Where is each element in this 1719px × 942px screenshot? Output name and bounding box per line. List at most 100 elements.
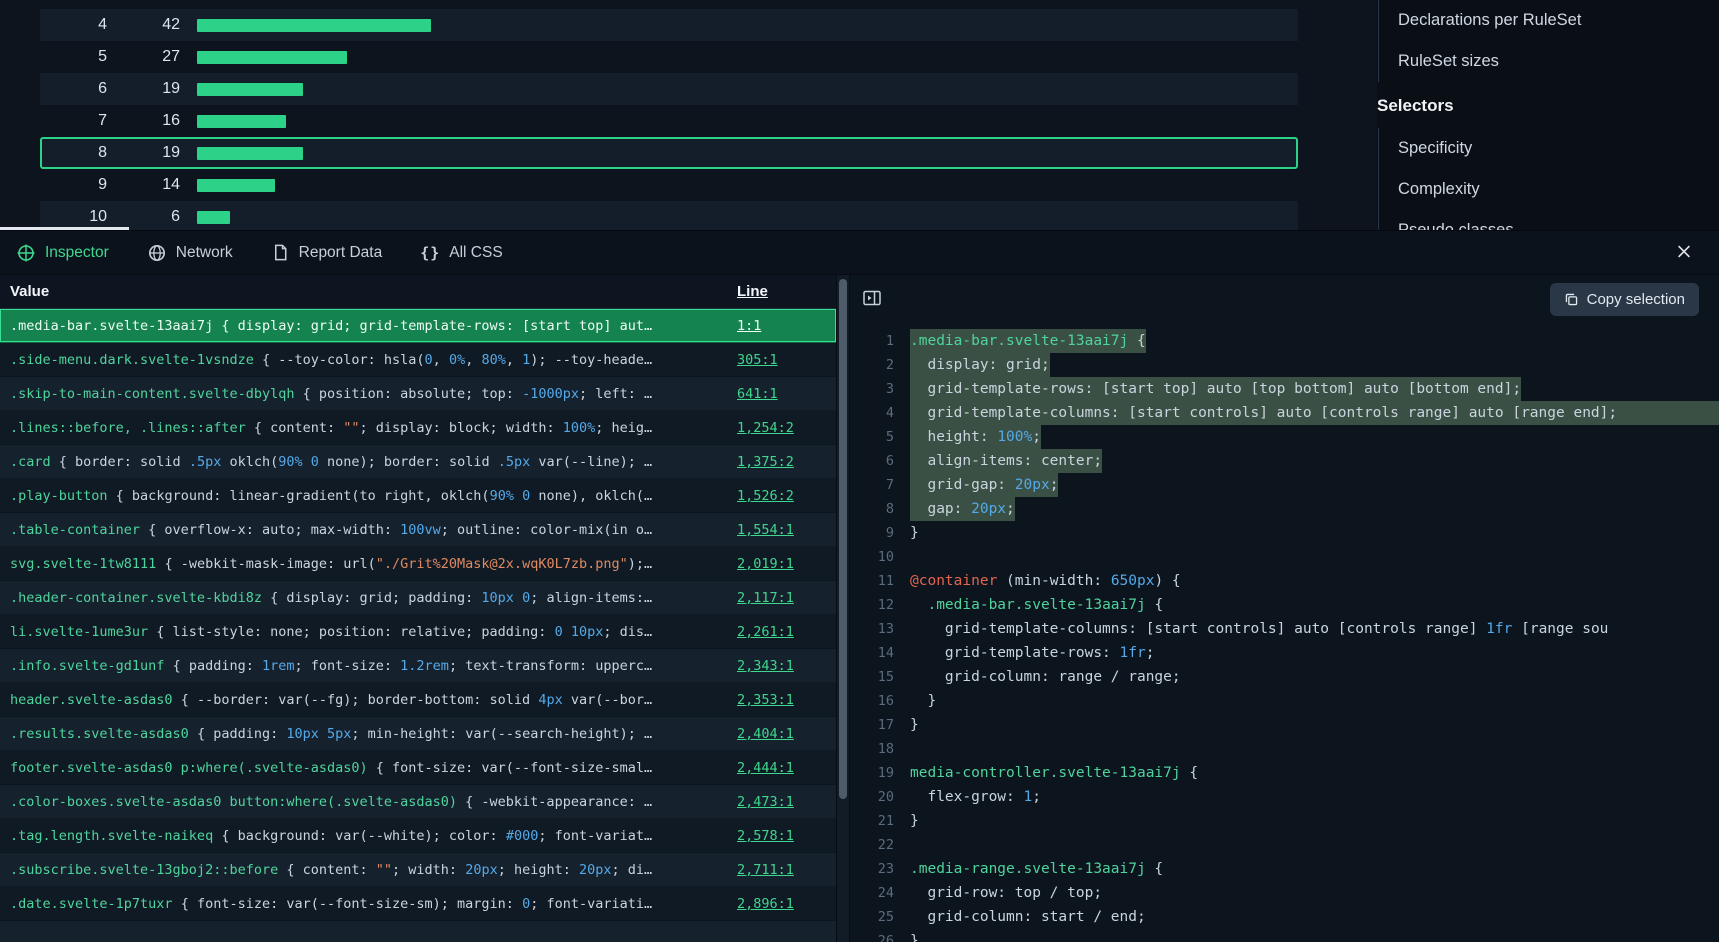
table-row[interactable] [0, 921, 836, 942]
table-row[interactable]: .tag.length.svelte-naikeq { background: … [0, 819, 836, 853]
code-line[interactable]: 10 [850, 545, 1719, 569]
report-data-icon [271, 243, 290, 262]
code-line[interactable]: 2 display: grid; [850, 353, 1719, 377]
code-line[interactable]: 8 gap: 20px; [850, 497, 1719, 521]
copy-selection-button[interactable]: Copy selection [1550, 283, 1699, 316]
table-scrollbar[interactable] [836, 275, 850, 942]
histogram-bar [197, 19, 431, 32]
table-row[interactable]: footer.svelte-asdas0 p:where(.svelte-asd… [0, 751, 836, 785]
line-number: 19 [850, 761, 910, 785]
table-row[interactable]: .header-container.svelte-kbdi8z { displa… [0, 581, 836, 615]
line-link[interactable]: 2,343:1 [737, 658, 794, 674]
tab-inspector[interactable]: Inspector [16, 243, 109, 263]
nav-item-declarations-per-ruleset[interactable]: Declarations per RuleSet [1398, 0, 1719, 41]
code-line-text: display: grid; [910, 353, 1050, 377]
code-line[interactable]: 7 grid-gap: 20px; [850, 473, 1719, 497]
dock-panel-button[interactable] [862, 288, 882, 311]
line-link[interactable]: 1,526:2 [737, 488, 794, 504]
nav-item-pseudo-classes[interactable]: Pseudo classes [1398, 210, 1719, 230]
line-link[interactable]: 2,473:1 [737, 794, 794, 810]
code-line[interactable]: 26} [850, 929, 1719, 942]
line-number: 23 [850, 857, 910, 881]
nav-item-ruleset-sizes[interactable]: RuleSet sizes [1398, 41, 1719, 82]
histogram-row[interactable]: 442 [40, 9, 1298, 41]
table-row[interactable]: .info.svelte-gd1unf { padding: 1rem; fon… [0, 649, 836, 683]
code-line[interactable]: 14 grid-template-rows: 1fr; [850, 641, 1719, 665]
line-link[interactable]: 2,404:1 [737, 726, 794, 742]
histogram-row[interactable]: 819 [40, 137, 1298, 169]
line-number: 24 [850, 881, 910, 905]
code-line[interactable]: 18 [850, 737, 1719, 761]
line-link[interactable]: 2,261:1 [737, 624, 794, 640]
code-line[interactable]: 11@container (min-width: 650px) { [850, 569, 1719, 593]
table-row[interactable]: .lines::before, .lines::after { content:… [0, 411, 836, 445]
close-inspector-button[interactable] [1675, 242, 1693, 263]
line-link[interactable]: 1,254:2 [737, 420, 794, 436]
histogram-row[interactable]: 527 [40, 41, 1298, 73]
histogram-row[interactable]: 914 [40, 169, 1298, 201]
line-link[interactable]: 2,019:1 [737, 556, 794, 572]
code-line[interactable]: 5 height: 100%; [850, 425, 1719, 449]
line-link[interactable]: 1,375:2 [737, 454, 794, 470]
code-line[interactable]: 13 grid-template-columns: [start control… [850, 617, 1719, 641]
line-link[interactable]: 641:1 [737, 386, 778, 402]
rule-value-cell: footer.svelte-asdas0 p:where(.svelte-asd… [0, 760, 729, 776]
histogram-row[interactable]: 619 [40, 73, 1298, 105]
code-line[interactable]: 20 flex-grow: 1; [850, 785, 1719, 809]
code-line[interactable]: 15 grid-column: range / range; [850, 665, 1719, 689]
histogram-row[interactable]: 106 [40, 201, 1298, 233]
code-line[interactable]: 23.media-range.svelte-13aai7j { [850, 857, 1719, 881]
line-link[interactable]: 2,444:1 [737, 760, 794, 776]
table-row[interactable]: svg.svelte-1tw8111 { -webkit-mask-image:… [0, 547, 836, 581]
table-row[interactable]: .subscribe.svelte-13gboj2::before { cont… [0, 853, 836, 887]
table-row[interactable]: .table-container { overflow-x: auto; max… [0, 513, 836, 547]
code-line[interactable]: 9} [850, 521, 1719, 545]
histogram-row[interactable]: 716 [40, 105, 1298, 137]
line-link[interactable]: 2,353:1 [737, 692, 794, 708]
table-row[interactable]: .card { border: solid .5px oklch(90% 0 n… [0, 445, 836, 479]
tab-report-data[interactable]: Report Data [271, 243, 383, 262]
code-line[interactable]: 12 .media-bar.svelte-13aai7j { [850, 593, 1719, 617]
code-line[interactable]: 24 grid-row: top / top; [850, 881, 1719, 905]
code-line[interactable]: 6 align-items: center; [850, 449, 1719, 473]
column-header-value[interactable]: Value [0, 283, 729, 300]
nav-item-complexity[interactable]: Complexity [1398, 169, 1719, 210]
scrollbar-thumb[interactable] [839, 279, 847, 799]
table-row[interactable]: .side-menu.dark.svelte-1vsndze { --toy-c… [0, 343, 836, 377]
table-header: Value Line [0, 275, 836, 309]
code-line[interactable]: 1.media-bar.svelte-13aai7j { [850, 329, 1719, 353]
nav-section-header[interactable]: Selectors [1377, 84, 1719, 128]
code-line[interactable]: 4 grid-template-columns: [start controls… [850, 401, 1719, 425]
line-link[interactable]: 2,578:1 [737, 828, 794, 844]
column-header-line[interactable]: Line [729, 283, 836, 300]
tab-network[interactable]: Network [147, 243, 233, 263]
code-line[interactable]: 19media-controller.svelte-13aai7j { [850, 761, 1719, 785]
line-link[interactable]: 2,117:1 [737, 590, 794, 606]
nav-item-specificity[interactable]: Specificity [1398, 128, 1719, 169]
rule-value-cell: .play-button { background: linear-gradie… [0, 488, 729, 504]
code-line[interactable]: 17} [850, 713, 1719, 737]
table-row[interactable]: .skip-to-main-content.svelte-dbylqh { po… [0, 377, 836, 411]
tab-all-css[interactable]: {}All CSS [420, 244, 502, 262]
table-row[interactable]: .results.svelte-asdas0 { padding: 10px 5… [0, 717, 836, 751]
table-row[interactable]: .color-boxes.svelte-asdas0 button:where(… [0, 785, 836, 819]
line-link[interactable]: 2,711:1 [737, 862, 794, 878]
line-number: 8 [850, 497, 910, 521]
rule-line-cell: 2,473:1 [729, 794, 836, 810]
line-link[interactable]: 1,554:1 [737, 522, 794, 538]
table-row[interactable]: .play-button { background: linear-gradie… [0, 479, 836, 513]
table-row[interactable]: li.svelte-1ume3ur { list-style: none; po… [0, 615, 836, 649]
line-link[interactable]: 1:1 [737, 318, 761, 334]
rule-line-cell: 2,711:1 [729, 862, 836, 878]
table-row[interactable]: .date.svelte-1p7tuxr { font-size: var(--… [0, 887, 836, 921]
code-line[interactable]: 25 grid-column: start / end; [850, 905, 1719, 929]
code-line[interactable]: 16 } [850, 689, 1719, 713]
nav-group: SpecificityComplexityPseudo classes [1378, 128, 1719, 230]
code-line[interactable]: 3 grid-template-rows: [start top] auto [… [850, 377, 1719, 401]
code-line[interactable]: 22 [850, 833, 1719, 857]
line-link[interactable]: 305:1 [737, 352, 778, 368]
code-line[interactable]: 21} [850, 809, 1719, 833]
table-row[interactable]: .media-bar.svelte-13aai7j { display: gri… [0, 309, 836, 343]
table-row[interactable]: header.svelte-asdas0 { --border: var(--f… [0, 683, 836, 717]
line-link[interactable]: 2,896:1 [737, 896, 794, 912]
